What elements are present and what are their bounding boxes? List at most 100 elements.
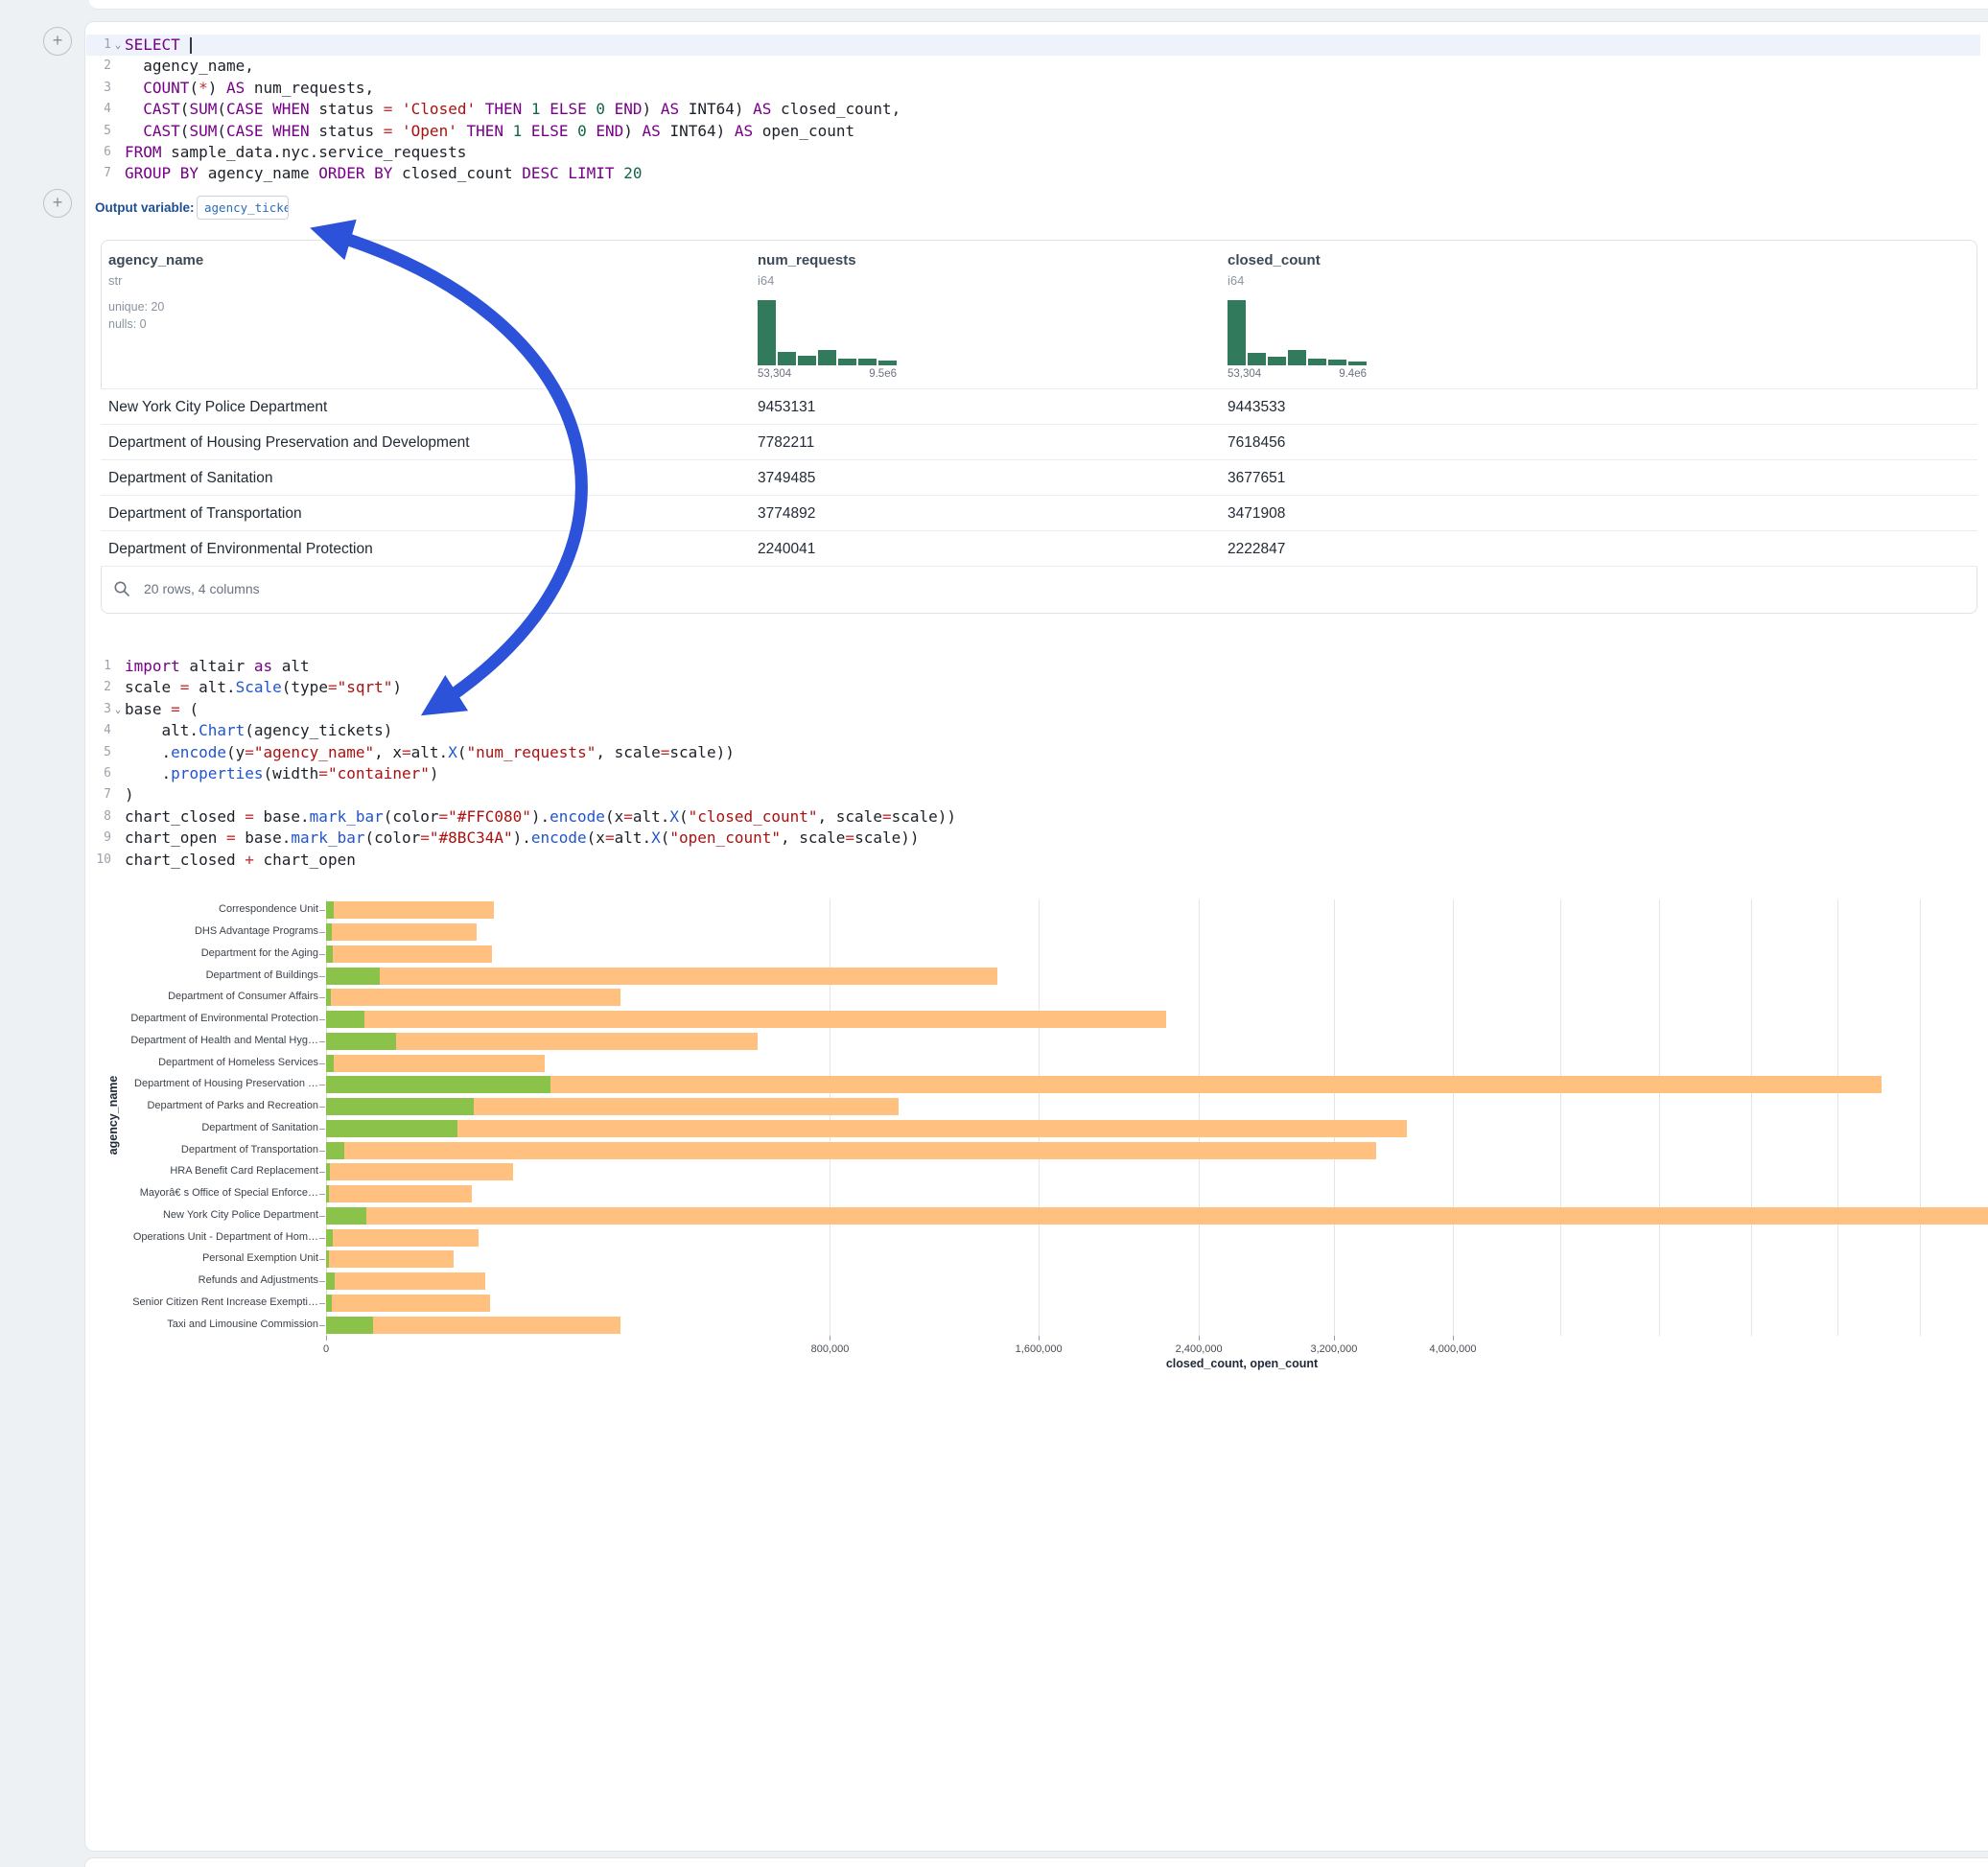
- line-number: 2: [86, 677, 111, 698]
- code-line[interactable]: 1 import altair as alt: [86, 656, 1980, 677]
- code-text: CAST(SUM(CASE WHEN status = 'Closed' THE…: [125, 99, 900, 120]
- code-text: base = (: [125, 699, 199, 720]
- code-line[interactable]: 5 .encode(y="agency_name", x=alt.X("num_…: [86, 742, 1980, 763]
- histogram-bar: [1248, 353, 1266, 365]
- code-text: scale = alt.Scale(type="sqrt"): [125, 677, 402, 698]
- table-cell: 2222847: [1228, 531, 1285, 567]
- table-cell: 3774892: [758, 496, 815, 531]
- line-number: 4: [86, 720, 111, 741]
- code-text: GROUP BY agency_name ORDER BY closed_cou…: [125, 163, 642, 184]
- histogram-bar: [758, 300, 776, 365]
- histogram-max-label: 9.4e6: [1319, 368, 1367, 380]
- line-number: 6: [86, 763, 111, 784]
- histogram-bar: [878, 361, 897, 365]
- fold-chevron-icon[interactable]: ⌄: [111, 699, 125, 720]
- table-row[interactable]: Department of Environmental Protection22…: [101, 530, 1977, 566]
- output-variable-label: Output variable:: [95, 200, 195, 215]
- code-text: .properties(width="container"): [125, 763, 439, 784]
- histogram-bar: [1228, 300, 1246, 365]
- line-number: 6: [86, 142, 111, 163]
- code-line[interactable]: 10chart_closed + chart_open: [86, 850, 1980, 871]
- histogram-bar: [858, 359, 877, 365]
- code-line[interactable]: 7): [86, 784, 1980, 805]
- table-cell: 7782211: [758, 425, 814, 460]
- column-type: str: [108, 273, 122, 288]
- chart-y-axis-title: agency_name: [106, 1076, 120, 1155]
- line-number: 9: [86, 828, 111, 849]
- histogram-bar: [798, 356, 816, 365]
- search-icon[interactable]: [113, 580, 130, 597]
- column-type: i64: [1228, 273, 1244, 288]
- histogram-bar: [818, 350, 836, 365]
- fold-chevron-icon[interactable]: ⌄: [111, 35, 125, 56]
- code-text: .encode(y="agency_name", x=alt.X("num_re…: [125, 742, 735, 763]
- table-row[interactable]: Department of Sanitation 3749485 3677651: [101, 459, 1977, 495]
- line-number: 2: [86, 56, 111, 77]
- previous-cell-edge: [89, 0, 1988, 10]
- table-row[interactable]: Department of Transportation 3774892 34719…: [101, 495, 1977, 530]
- histogram-min-label: 53,304: [1228, 368, 1261, 380]
- histogram-bar: [1268, 357, 1286, 365]
- table-row-count: 20 rows, 4 columns: [144, 581, 260, 596]
- add-cell-button[interactable]: +: [43, 27, 72, 56]
- table-row[interactable]: Department of Housing Preservation and D…: [101, 424, 1977, 459]
- histogram-bar: [778, 352, 796, 365]
- histogram-max-label: 9.5e6: [849, 368, 897, 380]
- line-number: 7: [86, 784, 111, 805]
- code-text: chart_closed + chart_open: [125, 850, 356, 871]
- table-cell: 9453131: [758, 389, 815, 425]
- code-line[interactable]: 6FROM sample_data.nyc.service_requests: [86, 142, 1980, 163]
- code-text: chart_open = base.mark_bar(color="#8BC34…: [125, 828, 920, 849]
- table-cell: 7618456: [1228, 425, 1285, 460]
- next-cell-edge: [84, 1857, 1988, 1867]
- table-cell: Department of Sanitation: [108, 460, 272, 496]
- code-line[interactable]: 5 CAST(SUM(CASE WHEN status = 'Open' THE…: [86, 121, 1980, 142]
- line-number: 3: [86, 78, 111, 99]
- column-type: i64: [758, 273, 774, 288]
- code-line[interactable]: 3⌄base = (: [86, 699, 1980, 720]
- code-line[interactable]: 8chart_closed = base.mark_bar(color="#FF…: [86, 806, 1980, 828]
- histogram-bar: [838, 359, 856, 365]
- column-meta-unique: unique: 20: [108, 300, 164, 314]
- code-line[interactable]: 3 COUNT(*) AS num_requests,: [86, 78, 1980, 99]
- line-number: 5: [86, 121, 111, 142]
- output-variable-pill[interactable]: agency_tickets: [197, 196, 289, 220]
- column-header-closed-count[interactable]: closed_count: [1228, 252, 1321, 268]
- line-number: 1: [86, 656, 111, 677]
- code-line[interactable]: 2 scale = alt.Scale(type="sqrt"): [86, 677, 1980, 698]
- table-row[interactable]: New York City Police Department 9453131 94…: [101, 388, 1977, 424]
- table-cell: 2240041: [758, 531, 815, 567]
- code-line[interactable]: 6 .properties(width="container"): [86, 763, 1980, 784]
- table-cell: 3471908: [1228, 496, 1285, 531]
- line-number: 4: [86, 99, 111, 120]
- code-text: CAST(SUM(CASE WHEN status = 'Open' THEN …: [125, 121, 854, 142]
- table-cell: Department of Housing Preservation and D…: [108, 425, 470, 460]
- line-number: 8: [86, 806, 111, 828]
- table-cell: 3749485: [758, 460, 815, 496]
- table-cell: 9443533: [1228, 389, 1285, 425]
- code-text: agency_name,: [125, 56, 254, 77]
- code-line[interactable]: 2 agency_name,: [86, 56, 1980, 77]
- code-line[interactable]: 4 CAST(SUM(CASE WHEN status = 'Closed' T…: [86, 99, 1980, 120]
- code-line[interactable]: 7GROUP BY agency_name ORDER BY closed_co…: [86, 163, 1980, 184]
- sql-editor[interactable]: 1⌄SELECT 2 agency_name,3 COUNT(*) AS num…: [86, 35, 1980, 185]
- column-histogram: [1228, 300, 1367, 365]
- add-cell-button[interactable]: +: [43, 189, 72, 218]
- column-header-num-requests[interactable]: num_requests: [758, 252, 856, 268]
- table-body: New York City Police Department 9453131 94…: [101, 388, 1977, 566]
- text-cursor: [190, 37, 192, 54]
- column-header-agency-name[interactable]: agency_name: [108, 252, 203, 268]
- column-histogram: [758, 300, 897, 365]
- line-number: 3: [86, 699, 111, 720]
- histogram-min-label: 53,304: [758, 368, 791, 380]
- code-line[interactable]: 4 alt.Chart(agency_tickets): [86, 720, 1980, 741]
- table-cell: Department of Transportation: [108, 496, 302, 531]
- python-editor[interactable]: 1 import altair as alt 2 scale = alt.Scale(…: [86, 656, 1980, 871]
- code-text: ): [125, 784, 134, 805]
- code-line[interactable]: 1⌄SELECT: [86, 35, 1980, 56]
- code-line[interactable]: 9 chart_open = base.mark_bar(color="#8BC3…: [86, 828, 1980, 849]
- code-text: import altair as alt: [125, 656, 310, 677]
- table-cell: New York City Police Department: [108, 389, 327, 425]
- code-text: SELECT: [125, 35, 192, 56]
- table-cell: 3677651: [1228, 460, 1285, 496]
